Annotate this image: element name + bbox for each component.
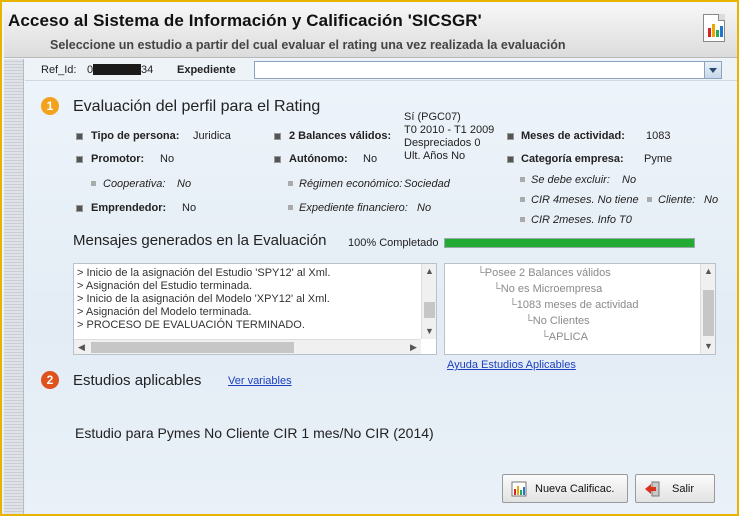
salir-label: Salir bbox=[672, 483, 695, 495]
main-panel: Ref_Id: 0 34 Expediente 1 Evaluación del… bbox=[25, 59, 737, 514]
tipo-persona-value: Juridica bbox=[193, 130, 231, 142]
log-line: > Inicio de la asignación del Modelo 'XP… bbox=[77, 293, 330, 305]
excluir-label: Se debe excluir: bbox=[531, 174, 610, 186]
scroll-up-icon[interactable]: ▲ bbox=[422, 264, 436, 279]
bullet-icon bbox=[647, 197, 652, 202]
tree-node: └1083 meses de actividad bbox=[509, 299, 639, 311]
exit-arrow-icon bbox=[644, 481, 660, 497]
step-1-badge: 1 bbox=[41, 97, 59, 115]
expediente-fin-value: No bbox=[417, 202, 432, 214]
categoria-label: Categoría empresa: bbox=[521, 153, 624, 165]
balances-value-4: Ult. Años No bbox=[404, 150, 466, 162]
salir-button[interactable]: Salir bbox=[635, 474, 715, 503]
step-2-badge: 2 bbox=[41, 371, 59, 389]
bullet-icon bbox=[288, 205, 293, 210]
autonomo-value: No bbox=[363, 153, 378, 165]
cir4-label: CIR 4meses. No tiene bbox=[531, 194, 639, 206]
section-1-title: Evaluación del perfil para el Rating bbox=[73, 98, 321, 115]
expediente-fin-label: Expediente financiero: bbox=[299, 202, 408, 214]
bullet-icon bbox=[274, 156, 281, 163]
tree-vertical-scrollbar[interactable]: ▲ ▼ bbox=[700, 264, 715, 354]
report-chart-icon bbox=[511, 481, 527, 497]
ref-id-redacted bbox=[93, 64, 141, 75]
balances-value-3: Despreciados 0 bbox=[404, 137, 481, 149]
bullet-icon bbox=[76, 156, 83, 163]
header: Acceso al Sistema de Información y Calif… bbox=[4, 4, 737, 58]
scroll-down-icon[interactable]: ▼ bbox=[701, 339, 715, 354]
meses-value: 1083 bbox=[646, 130, 671, 142]
log-box[interactable]: > Inicio de la asignación del Estudio 'S… bbox=[73, 263, 437, 355]
bullet-icon bbox=[520, 197, 525, 202]
bullet-icon bbox=[520, 177, 525, 182]
nueva-calificacion-button[interactable]: Nueva Calificac. bbox=[502, 474, 628, 503]
balances-value-2: T0 2010 - T1 2009 bbox=[404, 124, 495, 136]
expediente-label: Expediente bbox=[177, 64, 236, 76]
ref-id-suffix: 34 bbox=[141, 64, 154, 76]
messages-title: Mensajes generados en la Evaluación bbox=[73, 232, 327, 249]
tree-node: └No Clientes bbox=[525, 315, 590, 327]
bullet-icon bbox=[507, 156, 514, 163]
applicable-study[interactable]: Estudio para Pymes No Cliente CIR 1 mes/… bbox=[75, 425, 434, 441]
progress-text: 100% Completado bbox=[348, 237, 439, 249]
log-line: > Asignación del Estudio terminada. bbox=[77, 280, 253, 292]
scroll-thumb[interactable] bbox=[424, 302, 435, 318]
cliente-value: No bbox=[704, 194, 719, 206]
tipo-persona-label: Tipo de persona: bbox=[91, 130, 180, 142]
cooperativa-label: Cooperativa: bbox=[103, 178, 166, 190]
bullet-icon bbox=[76, 133, 83, 140]
autonomo-label: Autónomo: bbox=[289, 153, 348, 165]
ver-variables-link[interactable]: Ver variables bbox=[228, 375, 292, 387]
log-line: > PROCESO DE EVALUACIÓN TERMINADO. bbox=[77, 319, 305, 331]
chevron-down-icon[interactable] bbox=[704, 62, 721, 78]
meses-label: Meses de actividad: bbox=[521, 130, 625, 142]
cooperativa-value: No bbox=[177, 178, 192, 190]
cir2-label: CIR 2meses. Info T0 bbox=[531, 214, 632, 226]
report-chart-icon bbox=[703, 14, 725, 42]
bullet-icon bbox=[91, 181, 96, 186]
ref-bar: Ref_Id: 0 34 Expediente bbox=[25, 59, 737, 81]
bullet-icon bbox=[507, 133, 514, 140]
promotor-label: Promotor: bbox=[91, 153, 145, 165]
scroll-thumb[interactable] bbox=[91, 342, 294, 353]
side-grip bbox=[4, 59, 24, 514]
balances-label: 2 Balances válidos: bbox=[289, 130, 392, 142]
scroll-thumb[interactable] bbox=[703, 290, 714, 336]
promotor-value: No bbox=[160, 153, 175, 165]
categoria-value: Pyme bbox=[644, 153, 673, 165]
regimen-value: Sociedad bbox=[404, 178, 450, 190]
tree-node: └No es Microempresa bbox=[493, 283, 603, 295]
section-2-title: Estudios aplicables bbox=[73, 372, 202, 389]
progress-bar bbox=[444, 238, 695, 248]
log-vertical-scrollbar[interactable]: ▲ ▼ bbox=[421, 264, 436, 339]
log-horizontal-scrollbar[interactable]: ◀ ▶ bbox=[74, 339, 421, 354]
result-tree[interactable]: └Posee 2 Balances válidos └No es Microem… bbox=[444, 263, 716, 355]
emprendedor-label: Emprendedor: bbox=[91, 202, 167, 214]
excluir-value: No bbox=[622, 174, 637, 186]
scroll-down-icon[interactable]: ▼ bbox=[422, 324, 436, 339]
nueva-calificacion-label: Nueva Calificac. bbox=[535, 483, 615, 495]
bullet-icon bbox=[274, 133, 281, 140]
bullet-icon bbox=[520, 217, 525, 222]
balances-value-1: Sí (PGC07) bbox=[404, 111, 461, 123]
tree-node: └Posee 2 Balances válidos bbox=[477, 267, 611, 279]
expediente-combo[interactable] bbox=[254, 61, 722, 79]
log-line: > Asignación del Modelo terminada. bbox=[77, 306, 252, 318]
log-line: > Inicio de la asignación del Estudio 'S… bbox=[77, 267, 331, 279]
tree-node: └APLICA bbox=[541, 331, 588, 343]
window-title: Acceso al Sistema de Información y Calif… bbox=[8, 11, 482, 30]
window-frame: Acceso al Sistema de Información y Calif… bbox=[0, 0, 739, 516]
ref-id-label: Ref_Id: bbox=[41, 64, 77, 76]
ayuda-estudios-link[interactable]: Ayuda Estudios Aplicables bbox=[447, 359, 576, 371]
scroll-up-icon[interactable]: ▲ bbox=[701, 264, 715, 279]
scroll-right-icon[interactable]: ▶ bbox=[406, 340, 421, 354]
emprendedor-value: No bbox=[182, 202, 197, 214]
scroll-left-icon[interactable]: ◀ bbox=[74, 340, 89, 354]
bullet-icon bbox=[288, 181, 293, 186]
regimen-label: Régimen económico: bbox=[299, 178, 403, 190]
window-subtitle: Seleccione un estudio a partir del cual … bbox=[50, 38, 566, 52]
bullet-icon bbox=[76, 205, 83, 212]
cliente-label: Cliente: bbox=[658, 194, 696, 206]
